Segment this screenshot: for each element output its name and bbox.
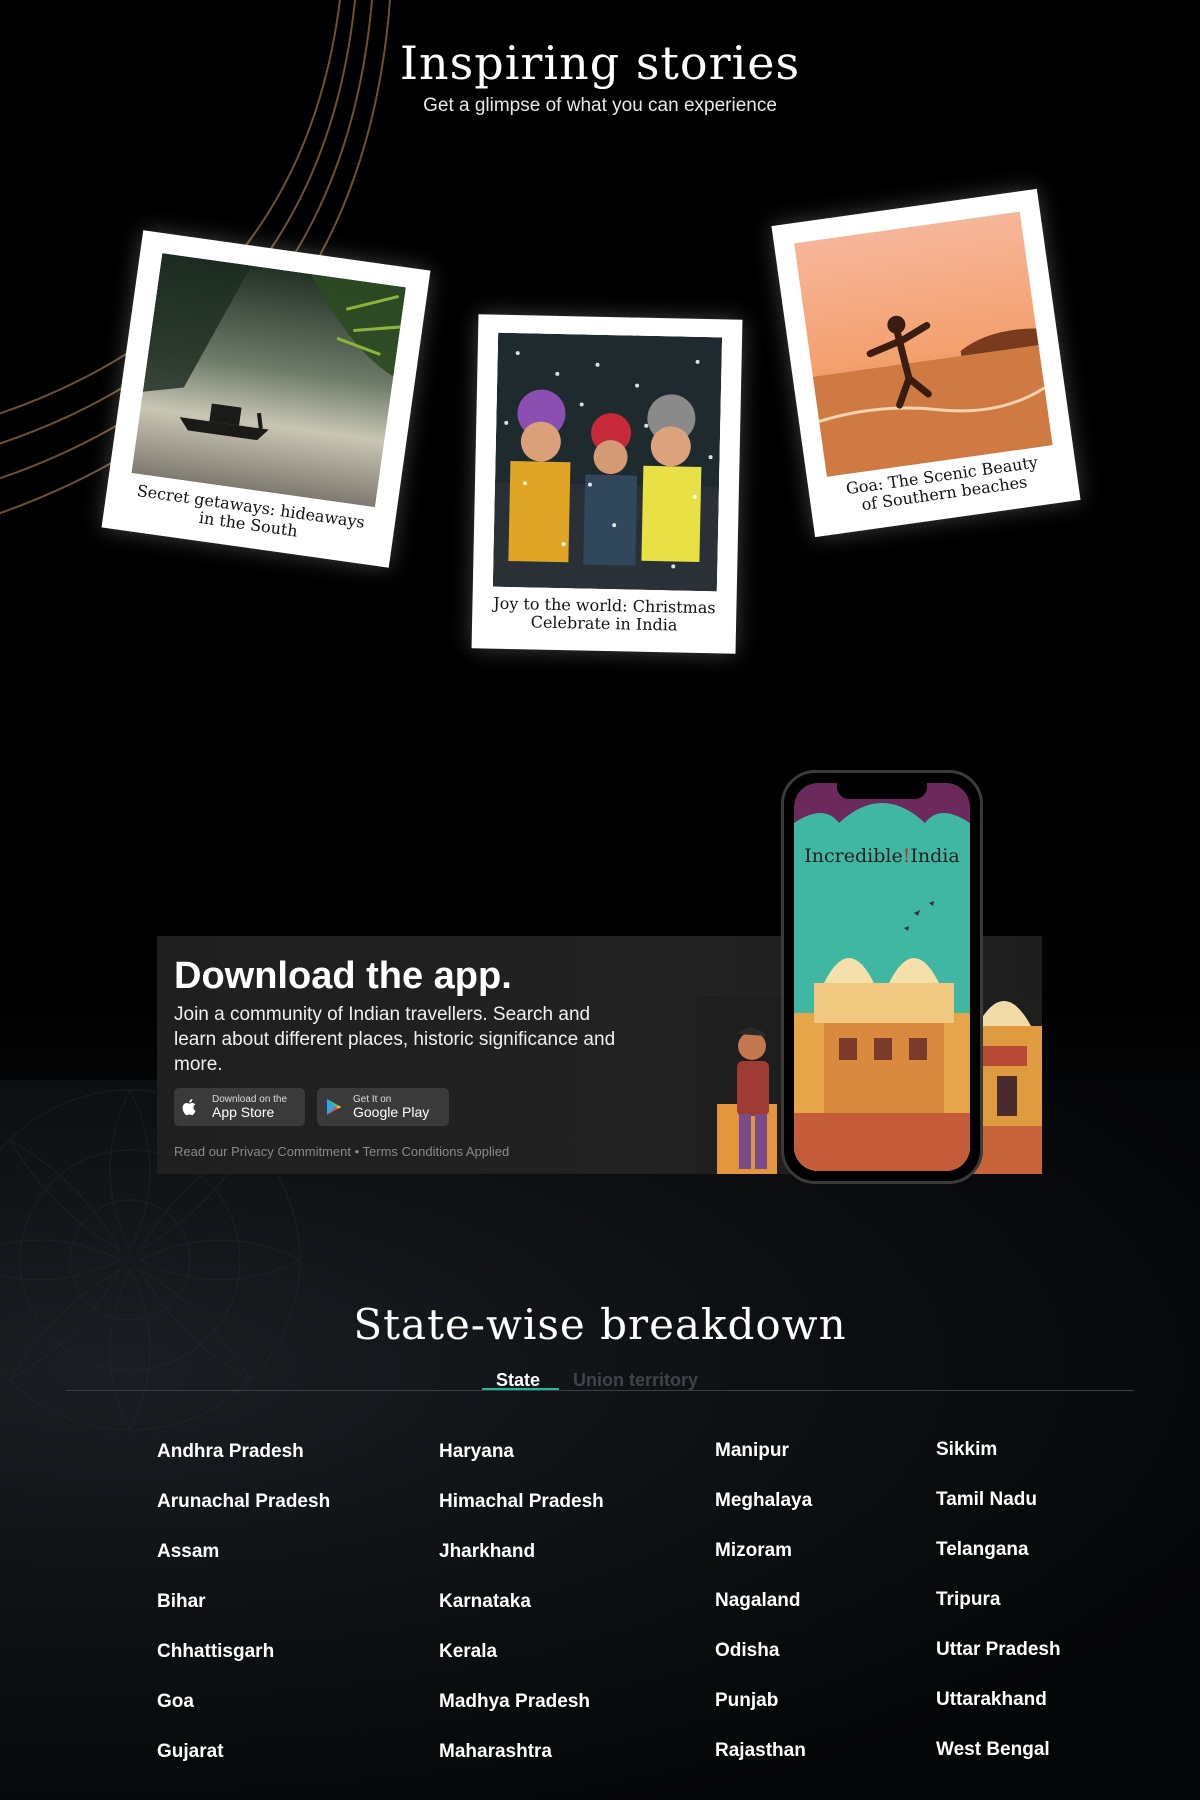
state-link[interactable]: Nagaland: [715, 1590, 801, 1612]
state-link[interactable]: West Bengal: [936, 1739, 1050, 1761]
state-link[interactable]: Madhya Pradesh: [439, 1691, 590, 1713]
state-link[interactable]: Punjab: [715, 1690, 778, 1712]
tabs-divider: [66, 1390, 1134, 1391]
phone-brand-logo: Incredible!India: [804, 845, 960, 867]
state-link[interactable]: Andhra Pradesh: [157, 1441, 304, 1463]
app-title: Download the app.: [174, 955, 512, 997]
story-card-goa[interactable]: Goa: The Scenic Beauty of Southern beach…: [771, 188, 1081, 538]
state-link[interactable]: Uttarakhand: [936, 1689, 1047, 1711]
state-link[interactable]: Goa: [157, 1691, 194, 1713]
state-link[interactable]: Gujarat: [157, 1741, 224, 1763]
state-link[interactable]: Kerala: [439, 1641, 497, 1663]
state-link[interactable]: Sikkim: [936, 1439, 997, 1461]
app-fineprint[interactable]: Read our Privacy Commitment • Terms Cond…: [174, 1144, 509, 1159]
stories-title: Inspiring stories: [399, 36, 801, 90]
app-description: Join a community of Indian travellers. S…: [174, 1004, 616, 1075]
google-play-button[interactable]: Get It on Google Play: [317, 1088, 449, 1126]
state-link[interactable]: Meghalaya: [715, 1490, 812, 1512]
state-link[interactable]: Arunachal Pradesh: [157, 1491, 330, 1513]
stories-subtitle: Get a glimpse of what you can experience: [423, 95, 777, 116]
story-photo-children-snow: [492, 332, 723, 592]
apple-icon: [182, 1099, 196, 1116]
state-link[interactable]: Tripura: [936, 1589, 1000, 1611]
story-photo-beach-jump: [794, 211, 1053, 477]
story-card-south-getaways[interactable]: Secret getaways: hideaways in the South: [101, 230, 431, 568]
state-link[interactable]: Assam: [157, 1541, 219, 1563]
app-store-button[interactable]: Download on the App Store: [174, 1088, 305, 1126]
story-card-christmas[interactable]: Joy to the world: Christmas Celebrate in…: [471, 314, 743, 654]
breakdown-title: State-wise breakdown: [353, 1300, 847, 1349]
story-photo-misty-lake: [131, 253, 406, 508]
state-link[interactable]: Odisha: [715, 1640, 779, 1662]
state-link[interactable]: Haryana: [439, 1441, 514, 1463]
google-play-label: Google Play: [353, 1104, 430, 1120]
state-link[interactable]: Himachal Pradesh: [439, 1491, 604, 1513]
phone-notch: [837, 781, 927, 799]
state-link[interactable]: Maharashtra: [439, 1741, 552, 1763]
state-link[interactable]: Karnataka: [439, 1591, 531, 1613]
state-link[interactable]: Uttar Pradesh: [936, 1639, 1061, 1661]
app-store-label: App Store: [212, 1104, 275, 1120]
state-link[interactable]: Telangana: [936, 1539, 1029, 1561]
phone-mockup: Incredible!India: [781, 770, 983, 1184]
state-link[interactable]: Jharkhand: [439, 1541, 535, 1563]
state-link[interactable]: Tamil Nadu: [936, 1489, 1037, 1511]
state-link[interactable]: Chhattisgarh: [157, 1641, 274, 1663]
brand-right-word: India: [910, 845, 960, 867]
story-caption: Joy to the world: Christmas Celebrate in…: [472, 594, 737, 636]
state-link[interactable]: Bihar: [157, 1591, 206, 1613]
state-link[interactable]: Manipur: [715, 1440, 789, 1462]
state-link[interactable]: Mizoram: [715, 1540, 792, 1562]
breakdown-tabs: State Union territory: [0, 1370, 1200, 1392]
brand-left-word: Incredible: [804, 845, 903, 867]
tab-union-territory[interactable]: Union territory: [573, 1370, 698, 1391]
google-play-icon: [327, 1099, 342, 1115]
state-link[interactable]: Rajasthan: [715, 1740, 806, 1762]
phone-screen: Incredible!India: [794, 783, 970, 1171]
